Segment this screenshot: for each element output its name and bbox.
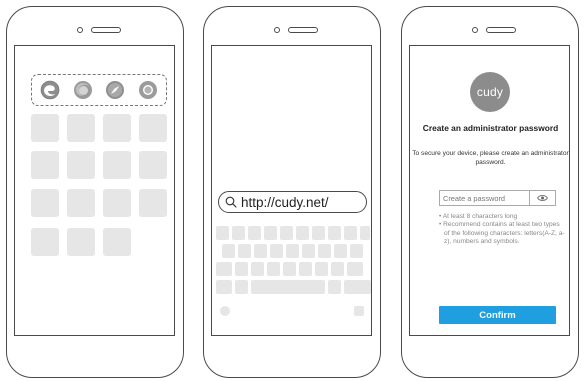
app-tile[interactable] [31, 228, 59, 256]
key[interactable] [315, 262, 328, 276]
app-tile[interactable] [103, 189, 131, 217]
app-tile[interactable] [67, 228, 95, 256]
setup-screen: cudy Create an administrator password To… [409, 45, 570, 336]
firefox-browser-icon[interactable] [73, 80, 93, 100]
password-field-group [439, 190, 556, 206]
keyboard-row [216, 280, 371, 294]
eye-icon [537, 195, 548, 201]
speaker-slot [486, 27, 516, 33]
show-password-button[interactable] [529, 191, 555, 205]
key[interactable] [302, 244, 315, 258]
page-title: Create an administrator password [422, 123, 559, 133]
password-rules: • At least 8 characters long • Recommend… [439, 213, 565, 246]
app-tile[interactable] [67, 114, 95, 142]
phone-home-screen [6, 6, 184, 378]
key[interactable] [334, 244, 347, 258]
key[interactable] [328, 280, 341, 294]
camera-dot [472, 27, 478, 33]
app-row [31, 228, 131, 256]
emoji-key[interactable] [220, 306, 230, 316]
page-subtitle: To secure your device, please create an … [412, 150, 569, 166]
app-tile[interactable] [139, 189, 167, 217]
edge-browser-icon[interactable] [40, 80, 60, 100]
rule-length: • At least 8 characters long [439, 213, 518, 220]
key[interactable] [286, 244, 299, 258]
app-tile[interactable] [31, 189, 59, 217]
backspace-key[interactable] [347, 262, 363, 276]
address-bar[interactable]: http://cudy.net/ [218, 191, 367, 213]
password-input[interactable] [440, 191, 529, 205]
key[interactable] [299, 262, 312, 276]
keyboard-row [216, 262, 363, 276]
app-tile[interactable] [103, 114, 131, 142]
shift-key[interactable] [216, 262, 232, 276]
space-key[interactable] [251, 280, 325, 294]
key[interactable] [216, 226, 229, 240]
key[interactable] [232, 226, 245, 240]
key[interactable] [222, 244, 235, 258]
numbers-key[interactable] [216, 280, 232, 294]
key[interactable] [350, 244, 363, 258]
key[interactable] [251, 262, 264, 276]
app-row [31, 151, 167, 179]
key[interactable] [267, 262, 280, 276]
app-tile[interactable] [139, 114, 167, 142]
camera-dot [274, 27, 280, 33]
chrome-browser-icon[interactable] [138, 80, 158, 100]
on-screen-keyboard [212, 224, 371, 335]
key[interactable] [235, 262, 248, 276]
app-tile[interactable] [67, 189, 95, 217]
cudy-logo: cudy [470, 72, 510, 112]
key[interactable] [248, 226, 261, 240]
key[interactable] [312, 226, 325, 240]
key[interactable] [238, 244, 251, 258]
key[interactable] [318, 244, 331, 258]
mic-key[interactable] [354, 306, 364, 316]
app-tile[interactable] [31, 114, 59, 142]
key[interactable] [254, 244, 267, 258]
key[interactable] [296, 226, 309, 240]
keyboard-row [216, 226, 370, 240]
return-key[interactable] [344, 280, 371, 294]
home-screen [14, 45, 175, 336]
key[interactable] [280, 226, 293, 240]
key[interactable] [344, 226, 357, 240]
app-tile[interactable] [103, 228, 131, 256]
safari-browser-icon[interactable] [105, 80, 125, 100]
phone-browser: http://cudy.net/ [203, 6, 381, 378]
speaker-slot [288, 27, 318, 33]
app-tile[interactable] [31, 151, 59, 179]
key[interactable] [264, 226, 277, 240]
rule-character-types: • Recommend contains at least two types … [439, 221, 565, 245]
confirm-button[interactable]: Confirm [439, 306, 556, 324]
app-row [31, 189, 167, 217]
app-tile[interactable] [67, 151, 95, 179]
browser-icons-group [31, 74, 167, 106]
search-icon [225, 196, 237, 208]
browser-screen: http://cudy.net/ [211, 45, 372, 336]
key[interactable] [283, 262, 296, 276]
logo-text: cudy [476, 85, 504, 99]
key[interactable] [270, 244, 283, 258]
url-text: http://cudy.net/ [241, 194, 329, 210]
camera-dot [77, 27, 83, 33]
phone-setup: cudy Create an administrator password To… [401, 6, 579, 378]
keyboard-row [222, 244, 363, 258]
app-tile[interactable] [103, 151, 131, 179]
key[interactable] [235, 280, 248, 294]
key[interactable] [328, 226, 341, 240]
speaker-slot [91, 27, 121, 33]
key[interactable] [331, 262, 344, 276]
key[interactable] [360, 226, 370, 240]
app-tile[interactable] [139, 151, 167, 179]
app-row [31, 114, 167, 142]
